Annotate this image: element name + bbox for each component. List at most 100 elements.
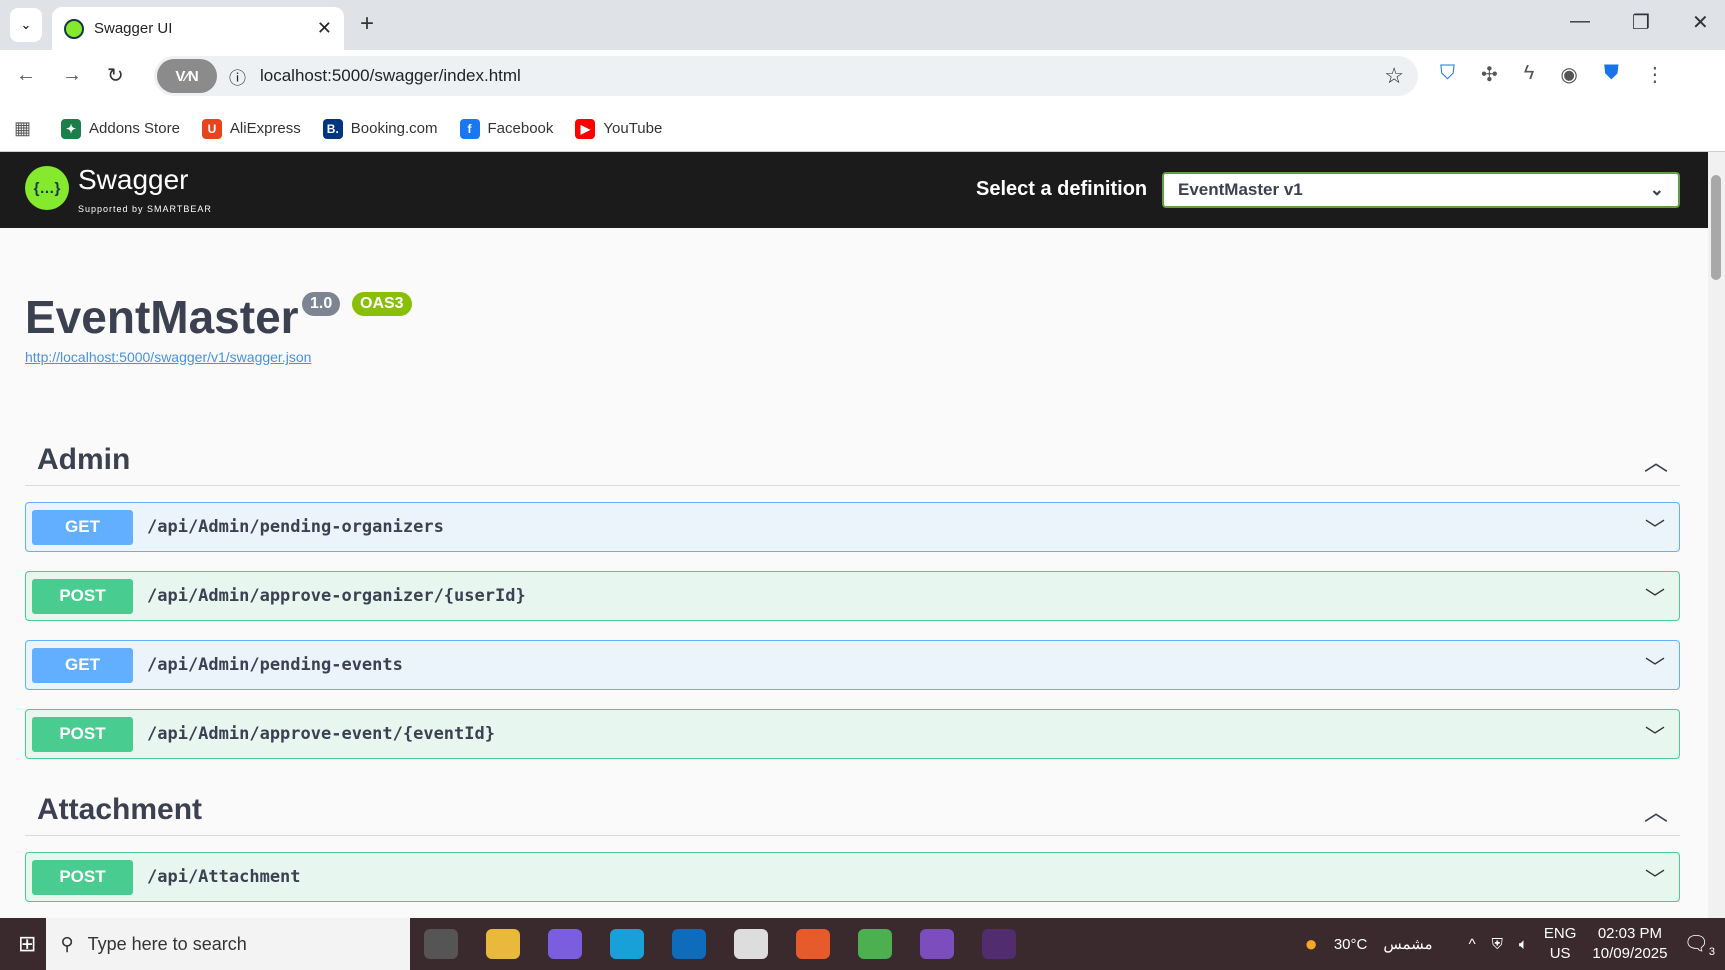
vpn-shield-icon[interactable]: ⛊: [1604, 62, 1619, 87]
performance-icon[interactable]: ϟ: [1524, 62, 1535, 87]
file-explorer-icon[interactable]: [486, 929, 521, 959]
close-tab-icon[interactable]: ✕: [317, 18, 332, 39]
method-badge: GET: [32, 509, 133, 545]
operation-row[interactable]: GET/api/Admin/pending-organizers ﹀: [25, 502, 1680, 552]
swagger-favicon: [64, 18, 84, 39]
definition-selected: EventMaster v1: [1178, 180, 1303, 199]
bookmark-item[interactable]: f Facebook: [459, 118, 554, 139]
method-badge: POST: [32, 859, 133, 895]
clock-date[interactable]: 10/09/2025: [1592, 945, 1667, 962]
tab-swagger[interactable]: Swagger UI ✕: [52, 7, 344, 50]
chevron-down-icon: ⌄: [1649, 180, 1664, 199]
operation-row[interactable]: POST/api/Attachment ﹀: [25, 852, 1680, 902]
tag-section-attachment[interactable]: Attachment ︿: [25, 784, 1680, 836]
clock-time[interactable]: 02:03 PM: [1598, 925, 1662, 942]
tab-search-button[interactable]: ⌄: [10, 8, 42, 42]
edge-icon[interactable]: [610, 929, 645, 959]
bookmark-label: Facebook: [487, 120, 554, 137]
bookmark-label: AliExpress: [229, 120, 301, 137]
bookmark-icon: B.: [322, 118, 343, 139]
bookmark-star-icon[interactable]: ☆: [1384, 63, 1404, 89]
vpn-badge[interactable]: V⁄N: [157, 59, 217, 93]
back-icon[interactable]: ←: [16, 64, 36, 87]
version-badge: 1.0: [302, 292, 341, 316]
weather-icon[interactable]: ●: [1305, 931, 1318, 957]
restore-icon[interactable]: ❐: [1632, 10, 1650, 35]
chevron-up-icon[interactable]: ^: [1469, 936, 1476, 953]
new-tab-button[interactable]: +: [360, 10, 374, 38]
chevron-up-icon[interactable]: ︿: [1644, 442, 1668, 477]
omnibox[interactable]: V⁄N ⓘ localhost:5000/swagger/index.html …: [154, 56, 1418, 96]
forward-icon[interactable]: →: [62, 64, 82, 87]
operation-path: /api/Admin/approve-organizer/{userId}: [147, 586, 526, 606]
bookmark-item[interactable]: U AliExpress: [201, 118, 301, 139]
chevron-down-icon[interactable]: ﹀: [1645, 651, 1665, 680]
swagger-logo-icon: {…}: [25, 166, 69, 210]
chevron-down-icon[interactable]: ﹀: [1645, 863, 1665, 892]
bookmark-icon: f: [459, 118, 480, 139]
tab-bar: ⌄ Swagger UI ✕ + — ❐ ✕: [0, 0, 1725, 50]
scrollbar-thumb[interactable]: [1711, 175, 1721, 280]
reload-icon[interactable]: ↻: [107, 63, 124, 88]
lang[interactable]: ENG: [1544, 925, 1577, 942]
select-definition-label: Select a definition: [976, 178, 1148, 200]
window-controls: — ❐ ✕: [1570, 10, 1709, 35]
section-title: Admin: [37, 442, 131, 476]
address-toolbar: ← → ↻ V⁄N ⓘ localhost:5000/swagger/index…: [0, 50, 1725, 106]
chevron-down-icon[interactable]: ﹀: [1645, 720, 1665, 749]
operation-row[interactable]: POST/api/Admin/approve-event/{eventId} ﹀: [25, 709, 1680, 759]
minimize-icon[interactable]: —: [1570, 10, 1590, 35]
info-icon[interactable]: ⓘ: [229, 64, 246, 89]
chrome-icon[interactable]: [858, 929, 893, 959]
swagger-topbar: {…} Swagger Supported by SMARTBEAR Selec…: [0, 152, 1708, 228]
menu-icon[interactable]: ⋮: [1645, 62, 1665, 87]
store-icon[interactable]: [734, 929, 769, 959]
profile-icon[interactable]: ◉: [1560, 62, 1577, 87]
url-text[interactable]: localhost:5000/swagger/index.html: [260, 66, 1384, 86]
copilot-icon[interactable]: [548, 929, 583, 959]
apps-icon[interactable]: ▦: [14, 118, 31, 139]
chevron-down-icon[interactable]: ﹀: [1645, 513, 1665, 542]
extensions-icon[interactable]: ✣: [1481, 62, 1498, 87]
taskbar: ⊞ ⚲ Type here to search ● 30°C مشمس ^ ⛨ 🔈…: [0, 918, 1725, 970]
volume-icon[interactable]: 🔈︎: [1519, 936, 1528, 953]
task-view-icon[interactable]: [424, 929, 459, 959]
chevron-down-icon[interactable]: ﹀: [1645, 582, 1665, 611]
oas-badge: OAS3: [352, 292, 412, 316]
security-icon[interactable]: ⛨: [1492, 936, 1503, 953]
terminal-icon[interactable]: [982, 929, 1017, 959]
bookmark-item[interactable]: ▶ YouTube: [575, 118, 663, 139]
weather-temp[interactable]: 30°C: [1334, 936, 1368, 953]
taskbar-search[interactable]: ⚲ Type here to search: [46, 918, 411, 970]
operation-path: /api/Admin/pending-events: [147, 655, 403, 675]
swagger-json-link[interactable]: http://localhost:5000/swagger/v1/swagger…: [25, 349, 311, 365]
definition-select[interactable]: EventMaster v1 ⌄: [1162, 172, 1680, 208]
tag-section-admin[interactable]: Admin ︿: [25, 434, 1680, 486]
system-tray: ● 30°C مشمس ^ ⛨ 🔈︎ ENG US 02:03 PM 10/09/2…: [1305, 918, 1715, 970]
bookmark-item[interactable]: B. Booking.com: [322, 118, 438, 139]
bookmark-label: YouTube: [603, 120, 663, 137]
chevron-up-icon[interactable]: ︿: [1644, 792, 1668, 827]
firefox-icon[interactable]: [796, 929, 831, 959]
weather-desc[interactable]: مشمس: [1383, 935, 1432, 953]
notification-count: 3: [1708, 945, 1715, 958]
operation-row[interactable]: GET/api/Admin/pending-events ﹀: [25, 640, 1680, 690]
outlook-icon[interactable]: [672, 929, 707, 959]
bookmarks-bar: ▦ ✦ Addons Store U AliExpress B. Booking.com f…: [0, 106, 1725, 152]
shield-extension-icon[interactable]: ⛉: [1440, 62, 1455, 87]
api-title: EventMaster: [25, 291, 299, 343]
bookmark-item[interactable]: ✦ Addons Store: [61, 118, 180, 139]
visual-studio-icon[interactable]: [920, 929, 955, 959]
method-badge: POST: [32, 716, 133, 752]
operation-path: /api/Admin/pending-organizers: [147, 517, 444, 537]
section-title: Attachment: [37, 792, 203, 826]
method-badge: POST: [32, 578, 133, 614]
notifications-icon[interactable]: 🗨︎3: [1683, 931, 1715, 958]
windows-start-icon[interactable]: ⊞: [18, 931, 36, 957]
bookmark-label: Addons Store: [89, 120, 180, 137]
close-window-icon[interactable]: ✕: [1692, 10, 1709, 35]
region[interactable]: US: [1550, 945, 1571, 962]
bookmark-icon: ▶: [575, 118, 596, 139]
operation-row[interactable]: POST/api/Admin/approve-organizer/{userId…: [25, 571, 1680, 621]
operation-path: /api/Attachment: [147, 867, 301, 887]
